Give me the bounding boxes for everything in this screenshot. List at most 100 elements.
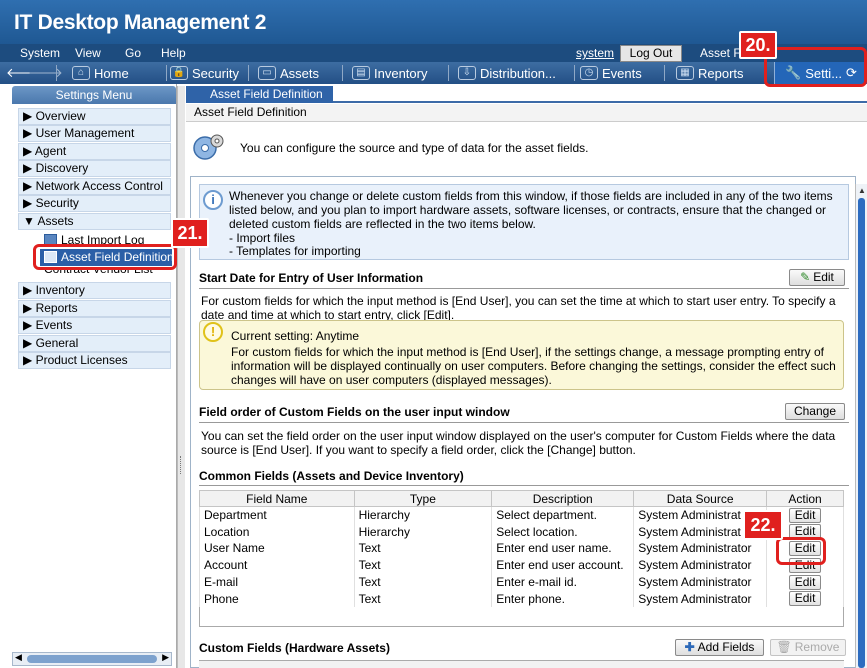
user-link[interactable]: system: [576, 46, 614, 60]
start-date-edit-button[interactable]: ✎ Edit: [789, 269, 845, 286]
sidebar-item-events[interactable]: ▶ Events: [18, 317, 171, 334]
plus-icon: ✚: [684, 640, 695, 654]
toolbar-assets[interactable]: ▭ Assets: [258, 64, 319, 82]
table-row[interactable]: Account Text Enter end user account. Sys…: [199, 556, 844, 574]
sidebar-item-reports[interactable]: ▶ Reports: [18, 300, 171, 317]
vscroll-thumb[interactable]: [858, 198, 865, 668]
callout-20: 20.: [739, 31, 777, 59]
field-order-desc-1: You can set the field order on the user …: [201, 429, 836, 443]
cell-action: Edit: [766, 590, 844, 608]
cell-field-name: Department: [199, 506, 355, 524]
current-setting: Current setting: Anytime: [231, 329, 360, 343]
pane-splitter[interactable]: [177, 86, 185, 668]
scroll-thumb[interactable]: [27, 655, 157, 663]
reports-icon: ▦: [676, 66, 694, 80]
pencil-icon: ✎: [800, 270, 811, 284]
sidebar-item-inventory[interactable]: ▶ Inventory: [18, 282, 171, 299]
info-line-4: - Import files: [229, 231, 296, 245]
toolbar-inventory[interactable]: ▤ Inventory: [352, 64, 427, 82]
sidebar-item-discovery[interactable]: ▶ Discovery: [18, 160, 171, 177]
col-action[interactable]: Action: [766, 490, 844, 507]
col-description[interactable]: Description: [491, 490, 635, 507]
panel-vscrollbar[interactable]: ▲: [855, 184, 867, 668]
row-edit-button[interactable]: Edit: [789, 591, 822, 607]
toolbar-distribution-label: Distribution...: [480, 65, 556, 81]
cell-data-source: System Administrator: [633, 556, 768, 574]
sidebar-item-network-access-control[interactable]: ▶ Network Access Control: [18, 178, 171, 195]
tab-bar: Asset Field Definition: [186, 86, 867, 116]
cell-description: Select department.: [491, 506, 635, 524]
disk-gear-icon: [193, 134, 224, 160]
main-toolbar: 🡐 🡒 ⌂ Home 🔒 Security ▭ Assets ▤ Inventory ⇩…: [0, 62, 867, 84]
col-field-name[interactable]: Field Name: [199, 490, 355, 507]
toolbar-home-label: Home: [94, 65, 129, 81]
add-fields-button[interactable]: ✚ Add Fields: [675, 639, 764, 656]
sidebar-item-agent[interactable]: ▶ Agent: [18, 143, 171, 160]
arrow-right-icon: 🡒: [28, 65, 63, 80]
sidebar-item-overview[interactable]: ▶ Overview: [18, 108, 171, 125]
cell-field-name: Account: [199, 556, 355, 574]
toolbar-home[interactable]: ⌂ Home: [72, 64, 129, 82]
toolbar-inventory-label: Inventory: [374, 65, 428, 81]
row-edit-button[interactable]: Edit: [789, 574, 822, 590]
cell-description: Select location.: [491, 523, 635, 541]
info-icon: i: [203, 190, 223, 210]
tab-asset-field-definition[interactable]: Asset Field Definition: [186, 86, 333, 116]
warning-line-2: information will be displayed continuall…: [231, 359, 836, 373]
cell-field-name: User Name: [199, 540, 355, 557]
table-row[interactable]: User Name Text Enter end user name. Syst…: [199, 540, 844, 557]
page-title: Asset Field Definition: [186, 104, 867, 122]
toolbar-events[interactable]: ◷ Events: [580, 64, 642, 82]
sidebar-item-product-licenses[interactable]: ▶ Product Licenses: [18, 352, 171, 369]
logout-button[interactable]: Log Out: [620, 45, 682, 62]
info-line-2: listed below, and you plan to import har…: [229, 203, 826, 217]
toolbar-security[interactable]: 🔒 Security: [170, 64, 239, 82]
sidebar-item-general[interactable]: ▶ General: [18, 335, 171, 352]
divider: [199, 422, 849, 423]
callout-21: 21.: [171, 218, 209, 248]
sidebar-header: Settings Menu: [12, 86, 176, 104]
cell-description: Enter end user account.: [491, 556, 635, 574]
cell-field-name: Location: [199, 523, 355, 541]
menu-go[interactable]: Go: [125, 46, 141, 60]
lock-icon: 🔒: [170, 66, 188, 80]
col-data-source[interactable]: Data Source: [633, 490, 768, 507]
assets-icon: ▭: [258, 66, 276, 80]
field-order-change-button[interactable]: Change: [785, 403, 845, 420]
cell-type: Text: [353, 590, 493, 608]
splitter-grip[interactable]: [180, 456, 182, 474]
row-edit-button[interactable]: Edit: [789, 507, 822, 523]
cell-field-name: Phone: [199, 590, 355, 608]
cell-data-source: System Administrator: [633, 540, 768, 557]
warning-line-1: For custom fields for which the input me…: [231, 345, 824, 359]
menu-help[interactable]: Help: [161, 46, 186, 60]
table-row[interactable]: E-mail Text Enter e-mail id. System Admi…: [199, 573, 844, 591]
remove-label: Remove: [794, 640, 840, 654]
sidebar-hscrollbar[interactable]: ◀ ▶: [12, 652, 172, 666]
toolbar-reports[interactable]: ▦ Reports: [676, 64, 744, 82]
scroll-up-icon[interactable]: ▲: [858, 186, 866, 195]
common-fields-title: Common Fields (Assets and Device Invento…: [199, 469, 464, 483]
remove-button[interactable]: 🗑 Remove: [770, 639, 846, 656]
col-type[interactable]: Type: [353, 490, 493, 507]
menu-view[interactable]: View: [75, 46, 101, 60]
menu-system[interactable]: System: [20, 46, 60, 60]
toolbar-distribution[interactable]: ⇩ Distribution...: [458, 64, 556, 82]
cell-data-source: System Administrator: [633, 573, 768, 591]
table-row[interactable]: Phone Text Enter phone. System Administr…: [199, 590, 844, 608]
asset-field-link[interactable]: Asset F: [700, 46, 741, 60]
cell-field-name: E-mail: [199, 573, 355, 591]
divider: [199, 288, 849, 289]
scroll-right-icon[interactable]: ▶: [162, 652, 169, 663]
sidebar-item-assets[interactable]: ▼ Assets: [18, 213, 171, 230]
sidebar-item-security[interactable]: ▶ Security: [18, 195, 171, 212]
cell-action: Edit: [766, 573, 844, 591]
forward-button[interactable]: 🡒: [28, 64, 63, 82]
toolbar-reports-label: Reports: [698, 65, 744, 81]
sidebar-item-user-management[interactable]: ▶ User Management: [18, 125, 171, 142]
cell-description: Enter phone.: [491, 590, 635, 608]
start-date-edit-label: Edit: [813, 270, 834, 284]
inventory-icon: ▤: [352, 66, 370, 80]
scroll-left-icon[interactable]: ◀: [15, 652, 22, 663]
intro-text: You can configure the source and type of…: [240, 141, 589, 155]
